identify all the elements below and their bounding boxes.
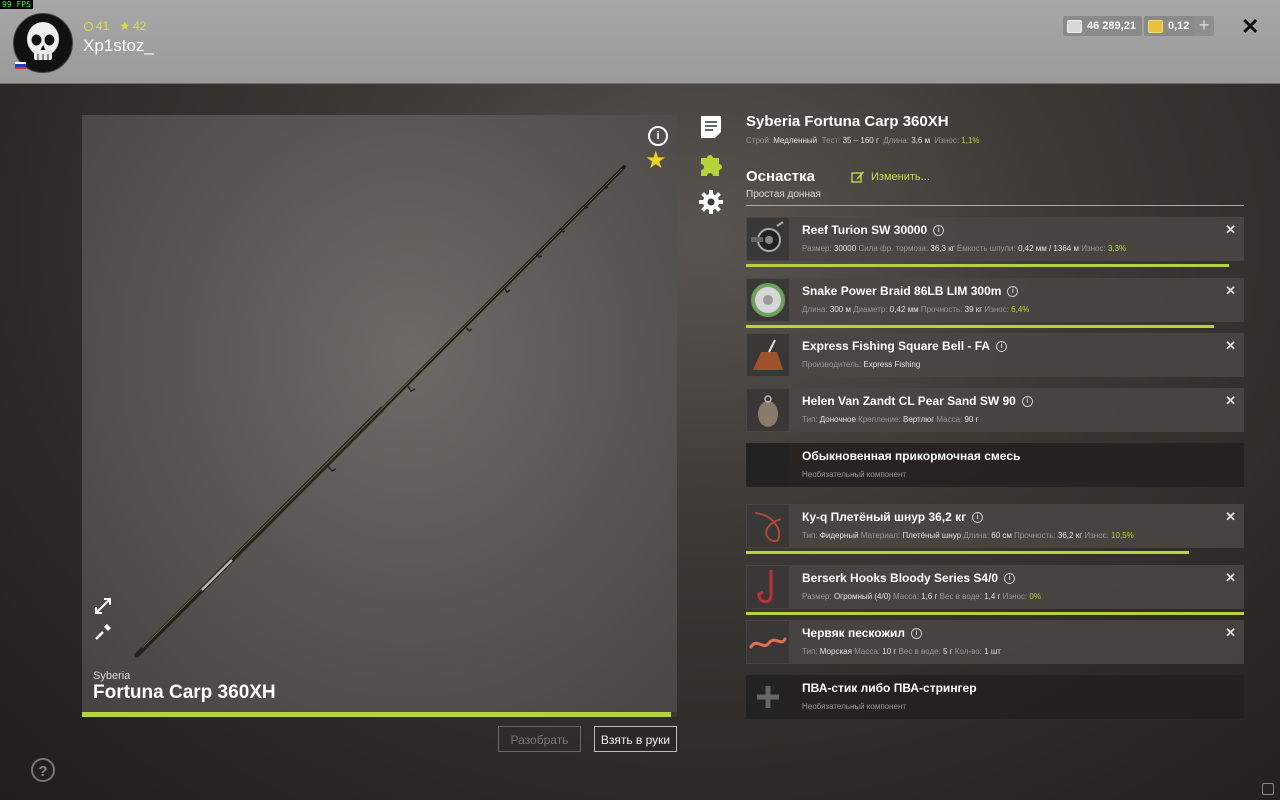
item-condition-bar bbox=[746, 325, 1215, 328]
edit-rig-button[interactable]: Изменить... bbox=[851, 170, 930, 183]
rig-item-name: Ку-q Плетёный шнур 36,2 кг i bbox=[802, 510, 984, 524]
sinker-icon bbox=[747, 389, 789, 431]
remove-item-close-icon[interactable]: ✕ bbox=[1225, 393, 1236, 409]
rig-item-details: Тип: Морская Масса: 10 г Вес в воде: 5 г… bbox=[802, 647, 1001, 656]
star-small-icon: ★ bbox=[119, 19, 131, 33]
rig-item-details: Тип: Фидерный Материал: Плетёный шнур Дл… bbox=[802, 531, 1134, 540]
rig-item[interactable]: Reef Turion SW 30000 i Размер: 30000 Сила … bbox=[746, 217, 1244, 261]
remove-item-close-icon[interactable]: ✕ bbox=[1225, 283, 1236, 299]
flag-icon bbox=[15, 62, 26, 69]
rod-condition-bar bbox=[82, 712, 677, 717]
remove-item-close-icon[interactable]: ✕ bbox=[1225, 338, 1236, 354]
rig-item[interactable]: Snake Power Braid 86LB LIM 300m i Длина: 3… bbox=[746, 278, 1244, 322]
add-slot-icon bbox=[747, 676, 789, 718]
fishing-rod-image bbox=[134, 165, 626, 658]
info-icon[interactable]: i bbox=[996, 340, 1008, 352]
info-icon[interactable]: i bbox=[933, 224, 945, 236]
rig-item-name: ПВА-стик либо ПВА-стрингер bbox=[802, 681, 977, 695]
rig-item-details: Производитель: Express Fishing bbox=[802, 360, 921, 369]
rig-item-name: Snake Power Braid 86LB LIM 300m i bbox=[802, 284, 1019, 298]
info-icon[interactable]: i bbox=[648, 126, 668, 146]
rod-brand: Syberia bbox=[93, 670, 131, 682]
info-icon[interactable]: i bbox=[972, 511, 984, 523]
settings-gear-icon[interactable] bbox=[698, 189, 724, 215]
gold-coins-icon bbox=[1148, 19, 1163, 33]
info-icon[interactable]: i bbox=[910, 627, 922, 639]
rig-item[interactable]: Berserk Hooks Bloody Series S4/0 i Размер:… bbox=[746, 565, 1244, 609]
rig-item-details: Размер: 30000 Сила фр. тормоза: 36,3 кг … bbox=[802, 244, 1127, 253]
fps-counter: 99 FPS bbox=[0, 0, 33, 9]
remove-item-close-icon[interactable]: ✕ bbox=[1225, 625, 1236, 641]
rod-condition-fill bbox=[82, 712, 672, 717]
rank-value: 42 bbox=[133, 19, 147, 33]
add-currency-button[interactable]: + bbox=[1194, 16, 1214, 36]
info-icon[interactable]: i bbox=[1021, 395, 1033, 407]
empty-slot bbox=[747, 444, 789, 486]
help-icon[interactable]: ? bbox=[31, 758, 55, 782]
description-tab-icon[interactable] bbox=[698, 114, 724, 140]
rig-item-details: Тип: Доночное Крепление: Вертлюг Масса: … bbox=[802, 415, 979, 424]
item-condition-bar bbox=[746, 612, 1244, 615]
rig-item-details: Необязательный компонент bbox=[802, 470, 907, 479]
feeder-icon bbox=[747, 334, 789, 376]
rod-model: Fortuna Carp 360XH bbox=[93, 682, 276, 703]
rig-item-name: Helen Van Zandt CL Pear Sand SW 90 i bbox=[802, 394, 1033, 408]
rig-item[interactable]: Обыкновенная прикормочная смесь Необязате… bbox=[746, 443, 1244, 487]
username: Xp1stoz_ bbox=[83, 36, 154, 55]
remove-item-close-icon[interactable]: ✕ bbox=[1225, 509, 1236, 525]
silver-balance[interactable]: 46 289,21 bbox=[1063, 16, 1142, 36]
info-icon[interactable]: i bbox=[1004, 572, 1016, 584]
rig-type: Простая донная bbox=[746, 189, 821, 200]
silver-coins-icon bbox=[1067, 19, 1082, 33]
level-value: 41 bbox=[96, 19, 110, 33]
rig-item[interactable]: Express Fishing Square Bell - FA i Произво… bbox=[746, 333, 1244, 377]
level-circle-icon bbox=[84, 21, 93, 31]
settings-corner-icon[interactable] bbox=[1262, 783, 1274, 795]
edit-rig-label: Изменить... bbox=[871, 170, 930, 183]
rig-item-name: Express Fishing Square Bell - FA i bbox=[802, 339, 1008, 353]
rig-item[interactable]: Helen Van Zandt CL Pear Sand SW 90 i Тип: … bbox=[746, 388, 1244, 432]
repair-icon[interactable] bbox=[93, 622, 113, 642]
rig-item[interactable]: Ку-q Плетёный шнур 36,2 кг i Тип: Фидерный… bbox=[746, 504, 1244, 548]
rig-item-name: Reef Turion SW 30000 i bbox=[802, 223, 945, 237]
remove-item-close-icon[interactable]: ✕ bbox=[1225, 222, 1236, 238]
item-condition-bar bbox=[746, 264, 1230, 267]
divider bbox=[746, 205, 1244, 206]
worm-icon bbox=[747, 621, 789, 663]
close-icon[interactable]: ✕ bbox=[1241, 15, 1259, 39]
info-icon[interactable]: i bbox=[1007, 285, 1019, 297]
silver-amount: 46 289,21 bbox=[1087, 20, 1136, 32]
top-bar: 41 ★ 42 Xp1stoz_ 46 289,21 0,12 + ✕ bbox=[0, 0, 1280, 84]
rod-preview[interactable]: i ★ bbox=[82, 115, 677, 713]
gold-amount: 0,12 bbox=[1168, 20, 1190, 32]
disassemble-button[interactable]: Разобрать bbox=[498, 726, 581, 752]
rod-specs: Строй: Медленный Тест: 35 – 160 г Длина:… bbox=[746, 136, 980, 145]
edit-pencil-icon bbox=[851, 171, 864, 183]
reel-icon bbox=[747, 218, 789, 260]
hook-icon bbox=[747, 566, 789, 608]
rig-item-details: Длина: 300 м Диаметр: 0,42 мм Прочность:… bbox=[802, 305, 1030, 314]
remove-item-close-icon[interactable]: ✕ bbox=[1225, 570, 1236, 586]
player-levels: 41 ★ 42 bbox=[84, 19, 146, 33]
rod-title: Syberia Fortuna Carp 360XH bbox=[746, 113, 949, 130]
rig-item-name: Червяк пескожил i bbox=[802, 626, 922, 640]
rig-item-name: Обыкновенная прикормочная смесь bbox=[802, 449, 1021, 463]
take-in-hands-button[interactable]: Взять в руки bbox=[594, 726, 677, 752]
rig-item-name: Berserk Hooks Bloody Series S4/0 i bbox=[802, 571, 1016, 585]
rig-item[interactable]: Червяк пескожил i Тип: Морская Масса: 10 г… bbox=[746, 620, 1244, 664]
rig-item-details: Размер: Огромный (4/0) Масса: 1,6 г Вес … bbox=[802, 592, 1041, 601]
line-spool-icon bbox=[747, 279, 789, 321]
favorite-star-icon[interactable]: ★ bbox=[645, 149, 667, 173]
leader-icon bbox=[747, 505, 789, 547]
expand-icon[interactable] bbox=[93, 596, 113, 616]
rig-title: Оснастка bbox=[746, 168, 815, 185]
rig-item-details: Необязательный компонент bbox=[802, 702, 907, 711]
gold-balance[interactable]: 0,12 bbox=[1144, 16, 1196, 36]
rig-item[interactable]: ПВА-стик либо ПВА-стрингер Необязательный… bbox=[746, 675, 1244, 719]
rig-tab-puzzle-icon[interactable] bbox=[698, 152, 724, 178]
item-condition-bar bbox=[746, 551, 1190, 554]
